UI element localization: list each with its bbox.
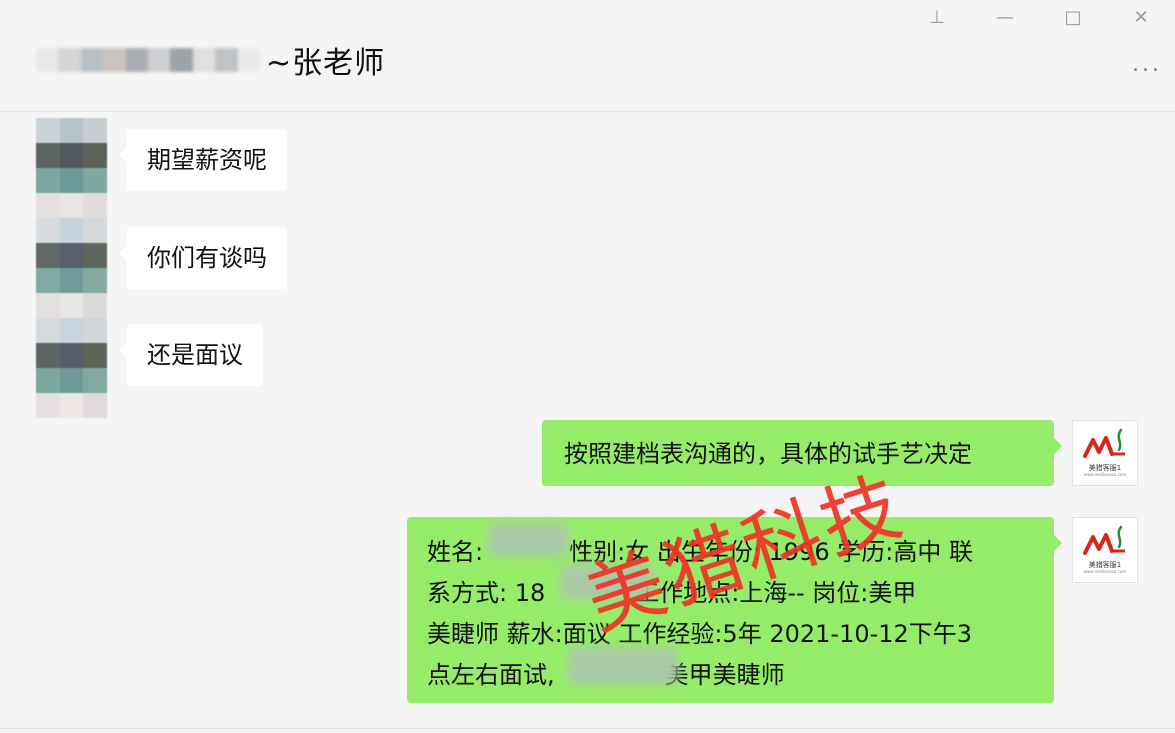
avatar-mosaic-row [36, 393, 108, 418]
message-bubble-incoming[interactable]: 你们有谈吗 [119, 227, 287, 289]
blur-block [170, 48, 193, 72]
blur-block [58, 48, 81, 72]
message-bubble-incoming[interactable]: 期望薪资呢 [119, 129, 287, 191]
message-line: 点左右面试, 美甲美睫师 [427, 661, 785, 689]
blur-block [125, 48, 149, 72]
message-line: 美睫师 薪水:面议 工作经验:5年 2021-10-12下午3 [427, 620, 973, 648]
minimize-button[interactable]: — [971, 0, 1039, 34]
avatar-mosaic-row [36, 193, 108, 218]
avatar-brand-text: 美猎客服1 [1088, 561, 1122, 569]
avatar-mosaic-row [36, 218, 108, 243]
avatar-sub-text: www.meilieaaaa.com [1083, 472, 1127, 477]
blur-block [80, 48, 104, 72]
input-divider [0, 728, 1175, 729]
blurred-text [568, 647, 678, 685]
brand-logo-icon [1083, 428, 1125, 458]
avatar-mosaic-row [36, 318, 108, 343]
blur-block [237, 48, 260, 72]
blurred-name [488, 523, 568, 557]
sender-avatar[interactable] [36, 118, 108, 418]
brand-logo-icon [1083, 525, 1125, 555]
blur-block [215, 48, 238, 72]
blur-block [103, 48, 126, 72]
maximize-button[interactable]: □ [1039, 0, 1107, 34]
blur-block [192, 48, 216, 72]
my-avatar[interactable]: 美猎客服1 www.meilieaaaa.com [1072, 517, 1138, 583]
more-options-button[interactable]: ... [1127, 54, 1167, 86]
chat-message-area[interactable]: 期望薪资呢 你们有谈吗 还是面议 按照建档表沟通的，具体的试手艺决定 美猎客服1… [0, 113, 1175, 723]
blur-block [148, 48, 171, 72]
chat-title: ~张老师 [36, 36, 385, 84]
avatar-mosaic-row [36, 293, 108, 318]
avatar-mosaic-row [36, 143, 108, 168]
window-controls: ⊥ — □ ✕ [903, 0, 1175, 34]
avatar-mosaic-row [36, 118, 108, 143]
avatar-mosaic-row [36, 368, 108, 393]
my-avatar[interactable]: 美猎客服1 www.meilieaaaa.com [1072, 420, 1138, 486]
chat-title-text: ~张老师 [266, 46, 386, 81]
message-bubble-incoming[interactable]: 还是面议 [119, 324, 263, 386]
avatar-sub-text: www.meilieaaaa.com [1083, 569, 1127, 574]
avatar-mosaic-row [36, 243, 108, 268]
avatar-mosaic-row [36, 343, 108, 368]
avatar-mosaic-row [36, 168, 108, 193]
pin-icon[interactable]: ⊥ [903, 0, 971, 34]
chat-header: ~张老师 ⊥ — □ ✕ ... [0, 0, 1175, 112]
blur-block [36, 48, 59, 72]
blurred-group-name [36, 48, 260, 72]
close-button[interactable]: ✕ [1107, 0, 1175, 34]
avatar-mosaic-row [36, 268, 108, 293]
avatar-brand-text: 美猎客服1 [1088, 464, 1122, 472]
